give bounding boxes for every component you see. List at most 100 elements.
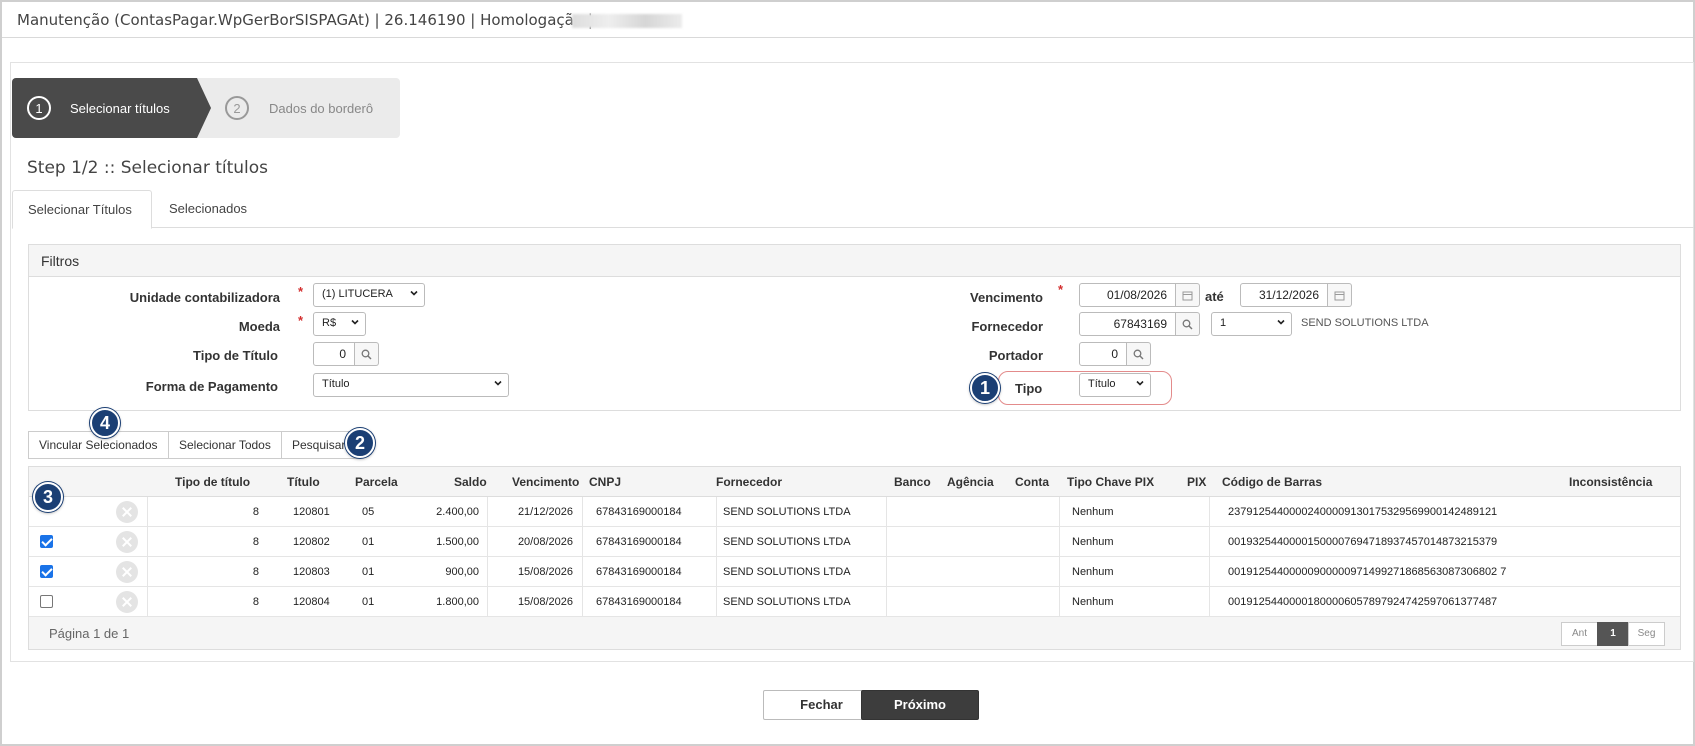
required-mark: *	[1058, 282, 1064, 297]
portador-label: Portador	[988, 348, 1043, 363]
cell-parcela: 01	[362, 566, 375, 578]
table-row[interactable]: 8 120801 05 2.400,00 21/12/2026 67843169…	[29, 497, 1680, 527]
step-number: 1	[27, 96, 51, 120]
cell-chave-pix: Nenhum	[1072, 566, 1114, 578]
row-checkbox[interactable]	[40, 565, 53, 578]
cell-fornecedor: SEND SOLUTIONS LTDA	[723, 566, 851, 578]
required-mark: *	[298, 313, 304, 328]
remove-icon[interactable]	[116, 561, 138, 583]
tipo-titulo-input[interactable]: 0	[313, 342, 355, 366]
divider	[716, 557, 717, 587]
divider	[716, 527, 717, 557]
fornecedor-label: Fornecedor	[971, 319, 1043, 334]
page-1-button[interactable]: 1	[1597, 622, 1629, 646]
tipo-select[interactable]: Título	[1079, 373, 1151, 397]
remove-icon[interactable]	[116, 501, 138, 523]
next-page-button[interactable]: Seg	[1628, 622, 1665, 646]
cell-tipo: 8	[252, 596, 259, 608]
divider	[1059, 527, 1060, 557]
col-banco: Banco	[894, 475, 931, 489]
divider	[147, 587, 148, 617]
calendar-button[interactable]	[1328, 283, 1352, 307]
cell-saldo: 900,00	[445, 566, 479, 578]
tab-selecionar-titulos[interactable]: Selecionar Títulos	[12, 190, 152, 229]
divider	[1209, 587, 1210, 617]
divider	[147, 497, 148, 527]
tab-selecionados[interactable]: Selecionados	[154, 190, 262, 229]
search-button[interactable]	[1127, 342, 1151, 366]
annotation-marker-3: 3	[33, 482, 63, 512]
search-icon	[1182, 319, 1193, 330]
col-pix: PIX	[1187, 475, 1207, 489]
fornecedor-branch-select[interactable]: 1	[1211, 312, 1292, 336]
moeda-label: Moeda	[238, 319, 280, 334]
required-mark: *	[298, 284, 304, 299]
step-title: Step 1/2 :: Selecionar títulos	[27, 158, 269, 178]
remove-icon[interactable]	[116, 591, 138, 613]
forma-pagamento-label: Forma de Pagamento	[145, 379, 278, 394]
tab-bar: Selecionar Títulos Selecionados	[12, 190, 1694, 229]
divider	[886, 557, 887, 587]
annotation-marker-2: 2	[345, 428, 375, 458]
search-button[interactable]	[355, 342, 379, 366]
col-saldo: Saldo	[454, 475, 487, 489]
chevron-down-icon	[410, 290, 418, 296]
search-button[interactable]	[1176, 312, 1200, 336]
col-cnpj: CNPJ	[589, 475, 622, 489]
col-inconsistencia: Inconsistência	[1569, 475, 1653, 489]
selecionar-todos-button[interactable]: Selecionar Todos	[168, 431, 282, 459]
col-conta: Conta	[1015, 475, 1049, 489]
vencimento-to-input[interactable]: 31/12/2026	[1240, 283, 1328, 307]
cell-codigo-barras: 2379125440000240000913017532956990014248…	[1228, 506, 1498, 518]
forma-pagamento-select[interactable]: Título	[313, 373, 509, 397]
divider	[716, 587, 717, 617]
step-label: Selecionar títulos	[70, 101, 170, 116]
cell-saldo: 1.500,00	[436, 536, 479, 548]
divider	[487, 527, 488, 557]
cell-parcela: 05	[362, 506, 375, 518]
cell-vencimento: 15/08/2026	[517, 596, 573, 608]
cell-codigo-barras: 0019125440000180000605789792474259706137…	[1228, 596, 1498, 608]
moeda-select[interactable]: R$	[313, 312, 366, 336]
table-row[interactable]: 8 120804 01 1.800,00 15/08/2026 67843169…	[29, 587, 1680, 617]
moeda-value: R$	[322, 317, 337, 329]
step-number: 2	[225, 96, 249, 120]
cell-vencimento: 20/08/2026	[517, 536, 573, 548]
calendar-button[interactable]	[1176, 283, 1200, 307]
prev-page-button[interactable]: Ant	[1561, 622, 1598, 646]
title-bar: Manutenção (ContasPagar.WpGerBorSISPAGAt…	[2, 2, 1693, 38]
branch-value: 1	[1220, 317, 1227, 329]
row-checkbox[interactable]	[40, 535, 53, 548]
row-checkbox[interactable]	[40, 595, 53, 608]
divider	[582, 587, 583, 617]
vencimento-from-input[interactable]: 01/08/2026	[1079, 283, 1176, 307]
col-agencia: Agência	[947, 475, 994, 489]
col-tipo-titulo: Tipo de título	[175, 475, 251, 489]
col-vencimento: Vencimento	[512, 475, 580, 489]
cell-tipo: 8	[252, 506, 259, 518]
col-titulo: Título	[287, 475, 320, 489]
search-icon	[1133, 349, 1144, 360]
calendar-icon	[1182, 291, 1193, 301]
proximo-button[interactable]: Próximo	[861, 690, 979, 720]
chevron-down-icon	[351, 319, 359, 325]
table-row[interactable]: 8 120802 01 1.500,00 20/08/2026 67843169…	[29, 527, 1680, 557]
divider	[487, 557, 488, 587]
cell-cnpj: 67843169000184	[596, 566, 682, 578]
remove-icon[interactable]	[116, 531, 138, 553]
divider	[582, 557, 583, 587]
cell-tipo: 8	[252, 536, 259, 548]
divider	[716, 497, 717, 527]
cell-titulo: 120801	[293, 506, 330, 518]
col-fornecedor: Fornecedor	[716, 475, 783, 489]
wizard-step-1[interactable]: 1 Selecionar títulos	[12, 78, 197, 138]
tipo-titulo-label: Tipo de Título	[193, 348, 278, 363]
cell-vencimento: 21/12/2026	[517, 506, 573, 518]
table-row[interactable]: 8 120803 01 900,00 15/08/2026 6784316900…	[29, 557, 1680, 587]
redacted-user	[572, 14, 682, 28]
unidade-select[interactable]: (1) LITUCERA	[313, 283, 425, 307]
portador-input[interactable]: 0	[1079, 342, 1127, 366]
cell-fornecedor: SEND SOLUTIONS LTDA	[723, 506, 851, 518]
fornecedor-code-input[interactable]: 67843169	[1079, 312, 1176, 336]
cell-fornecedor: SEND SOLUTIONS LTDA	[723, 536, 851, 548]
